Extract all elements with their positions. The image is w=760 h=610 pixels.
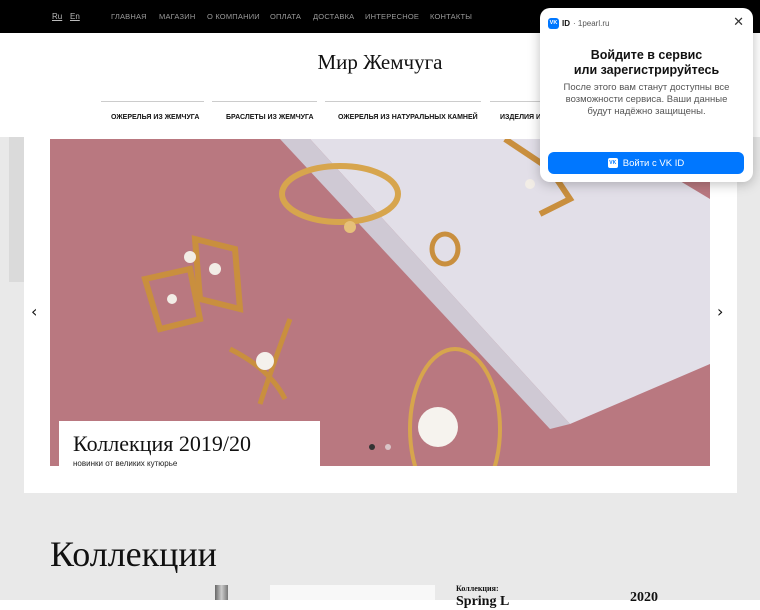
lang-ru-link[interactable]: Ru [52,12,62,21]
hero-slide-image[interactable] [50,139,710,466]
category-stone-necklaces[interactable]: ОЖЕРЕЛЬЯ ИЗ НАТУРАЛЬНЫХ КАМНЕЙ [338,114,478,121]
close-icon[interactable]: ✕ [733,15,744,30]
nav-shop[interactable]: МАГАЗИН [159,12,195,21]
lang-en-link[interactable]: En [70,12,80,21]
vk-id-label: ID [562,18,570,28]
collection-label: Коллекция: [456,584,499,593]
nav-payment[interactable]: ОПЛАТА [270,12,301,21]
slide-caption-subtitle: новинки от великих кутюрье [73,459,178,468]
vk-id-popup: VK ID · 1pearl.ru ✕ Войдите в сервис или… [540,8,753,182]
category-divider [325,101,481,102]
category-items[interactable]: ИЗДЕЛИЯ И [500,114,541,121]
nav-contacts[interactable]: КОНТАКТЫ [430,12,472,21]
popup-title-line-1: Войдите в сервис [590,48,703,62]
vk-login-button-label: Войти с VK ID [622,157,685,169]
slide-caption: Коллекция 2019/20 новинки от великих кут… [59,421,320,468]
vk-logo-icon: VK [607,158,618,168]
vk-login-button[interactable]: VK Войти с VK ID [548,152,744,174]
slider-dot-2[interactable] [385,444,391,450]
nav-interesting[interactable]: ИНТЕРЕСНОЕ [365,12,419,21]
popup-title: Войдите в сервис или зарегистрируйтесь [540,48,753,78]
site-logo[interactable]: Мир Жемчуга [250,50,510,75]
popup-title-line-2: или зарегистрируйтесь [573,63,720,77]
slider-dot-1[interactable] [369,444,375,450]
side-strip [9,137,24,282]
slider-prev-button[interactable]: ‹ [31,302,37,321]
category-divider [212,101,317,102]
slide-caption-title: Коллекция 2019/20 [73,431,251,456]
collection-thumbnail[interactable] [270,585,435,600]
collection-image[interactable] [215,585,228,600]
collection-name[interactable]: Spring L [456,594,509,610]
category-divider [101,101,204,102]
nav-delivery[interactable]: ДОСТАВКА [313,12,354,21]
vk-id-badge: VK ID · 1pearl.ru [548,17,609,29]
category-pearl-necklaces[interactable]: ОЖЕРЕЛЬЯ ИЗ ЖЕМЧУГА [111,114,199,121]
slider-next-button[interactable]: › [717,302,723,321]
popup-domain: · 1pearl.ru [573,18,610,28]
collection-year: 2020 [630,590,658,605]
nav-about[interactable]: О КОМПАНИИ [207,12,260,21]
category-pearl-bracelets[interactable]: БРАСЛЕТЫ ИЗ ЖЕМЧУГА [226,114,314,121]
vk-logo-icon: VK [548,17,559,29]
nav-home[interactable]: ГЛАВНАЯ [111,12,147,21]
popup-description: После этого вам станут доступны все возм… [563,82,730,117]
jewelry-photo [50,139,710,466]
collections-heading: Коллекции [50,534,217,574]
